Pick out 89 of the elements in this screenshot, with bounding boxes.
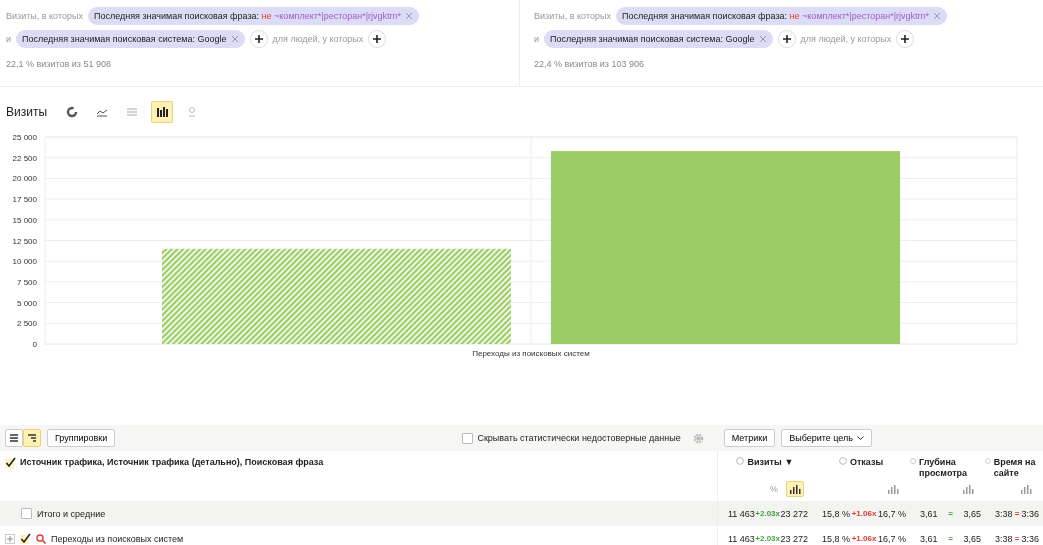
filter-chip[interactable]: Последняя значимая поисковая фраза: не ~комплект*|ресторан*|rjvgktrn* <box>87 7 420 25</box>
table-cell: 3:36 <box>1021 508 1039 519</box>
axis-tick-label: 7 500 <box>16 277 37 287</box>
table-cell: 11 463 <box>728 533 755 544</box>
add-button[interactable] <box>368 30 387 48</box>
checkbox[interactable] <box>21 508 32 519</box>
settings-icon[interactable] <box>692 432 704 444</box>
help-icon[interactable] <box>985 457 991 465</box>
segment-share: 22,4 % визитов из 103 906 <box>534 59 645 69</box>
add-button[interactable] <box>896 30 915 48</box>
segment-share: 22,1 % визитов из 51 908 <box>6 59 112 69</box>
table-cell: 3:36 <box>1021 533 1039 544</box>
axis-tick-label: 20 000 <box>12 174 37 184</box>
expand-toggle[interactable] <box>5 533 15 544</box>
column-header[interactable]: Глубина просмотра <box>919 457 985 480</box>
table-cell: 3:38 <box>995 533 1013 544</box>
bars-icon[interactable] <box>786 481 804 497</box>
column-header[interactable]: Визиты <box>747 457 782 469</box>
close-icon[interactable] <box>758 35 767 43</box>
people-filter-label: для людей, у которых <box>272 34 364 44</box>
axis-tick-label: 25 000 <box>12 133 37 142</box>
add-button[interactable] <box>249 30 268 48</box>
row-label: Переходы из поисковых систем <box>51 533 184 544</box>
filter-chip[interactable]: Последняя значимая поисковая система: Google <box>16 30 245 48</box>
axis-tick-label: 0 <box>32 340 37 349</box>
filter-chip[interactable]: Последняя значимая поисковая фраза: не ~комплект*|ресторан*|rjvgktrn* <box>615 7 948 25</box>
chart-title: Визиты <box>6 105 48 119</box>
help-icon[interactable] <box>736 457 745 465</box>
row-label: Итого и средние <box>37 508 106 519</box>
help-icon[interactable] <box>910 457 917 465</box>
plus-icon <box>372 34 383 44</box>
axis-tick-label: 10 000 <box>12 257 37 267</box>
chevron-icon <box>857 435 864 441</box>
close-icon[interactable] <box>230 35 239 43</box>
checkbox[interactable] <box>462 432 474 444</box>
list-view-icon[interactable] <box>5 429 23 447</box>
axis-tick-label: 22 500 <box>12 153 37 163</box>
checkbox-label: Скрывать статистически недостоверные данные <box>477 433 681 443</box>
change-indicator: = <box>1014 534 1020 543</box>
change-indicator: = <box>1014 509 1020 518</box>
close-icon[interactable] <box>405 12 414 20</box>
plus-icon <box>781 34 792 44</box>
change-indicator: +1.06x <box>851 509 877 518</box>
conjunction: и <box>534 34 540 44</box>
axis-tick-label: 17 500 <box>12 195 37 205</box>
category-label: Переходы из поисковых систем <box>472 349 590 358</box>
close-icon[interactable] <box>933 12 942 20</box>
search-icon <box>36 533 46 544</box>
sort-indicator[interactable]: ▼ <box>784 457 794 469</box>
change-indicator: = <box>948 509 953 518</box>
filter-label: Визиты, в которых <box>6 11 83 21</box>
table-cell: 15,8 % <box>822 508 851 519</box>
table-cell: 3,61 <box>920 508 938 519</box>
groupings-button[interactable]: Группировки <box>47 429 116 447</box>
table-cell: 16,7 % <box>877 533 906 544</box>
checkbox[interactable] <box>5 457 16 468</box>
people-filter-label: для людей, у которых <box>800 34 892 44</box>
add-button[interactable] <box>777 30 796 48</box>
change-indicator: +2.03x <box>755 509 780 518</box>
metrics-button[interactable]: Метрики <box>723 429 776 447</box>
column-header[interactable]: Время на сайте <box>993 457 1043 480</box>
change-indicator: = <box>948 534 953 543</box>
conjunction: и <box>6 34 12 44</box>
table-cell: 3:38 <box>995 508 1013 519</box>
axis-tick-label: 2 500 <box>16 319 37 329</box>
goal-dropdown[interactable]: Выберите цель <box>781 429 872 447</box>
filter-chip[interactable]: Последняя значимая поисковая система: Google <box>544 30 773 48</box>
filter-label: Визиты, в которых <box>534 11 611 21</box>
table-cell: 16,7 % <box>877 508 906 519</box>
tree-view-icon[interactable] <box>23 429 41 447</box>
table-cell: 3,61 <box>920 533 938 544</box>
table-cell: 3,65 <box>963 533 981 544</box>
column-header[interactable]: Отказы <box>849 457 884 469</box>
axis-tick-label: 5 000 <box>16 298 37 308</box>
checkbox[interactable] <box>20 533 31 544</box>
dimension-header: Источник трафика, Источник трафика (детально), Поисковая фраза <box>20 457 324 467</box>
change-indicator: +1.06x <box>851 534 877 543</box>
table-cell: 23 272 <box>780 533 808 544</box>
table-cell: 11 463 <box>728 508 755 519</box>
plus-icon <box>253 34 264 44</box>
plus-icon <box>900 34 911 44</box>
table-cell: 23 272 <box>780 508 808 519</box>
table-cell: 3,65 <box>963 508 981 519</box>
axis-tick-label: 15 000 <box>12 215 37 225</box>
bar-chart-icon[interactable] <box>151 101 174 123</box>
help-icon[interactable] <box>838 457 847 465</box>
axis-tick-label: 12 500 <box>12 236 37 246</box>
change-indicator: +2.03x <box>755 534 780 543</box>
table-cell: 15,8 % <box>822 533 851 544</box>
